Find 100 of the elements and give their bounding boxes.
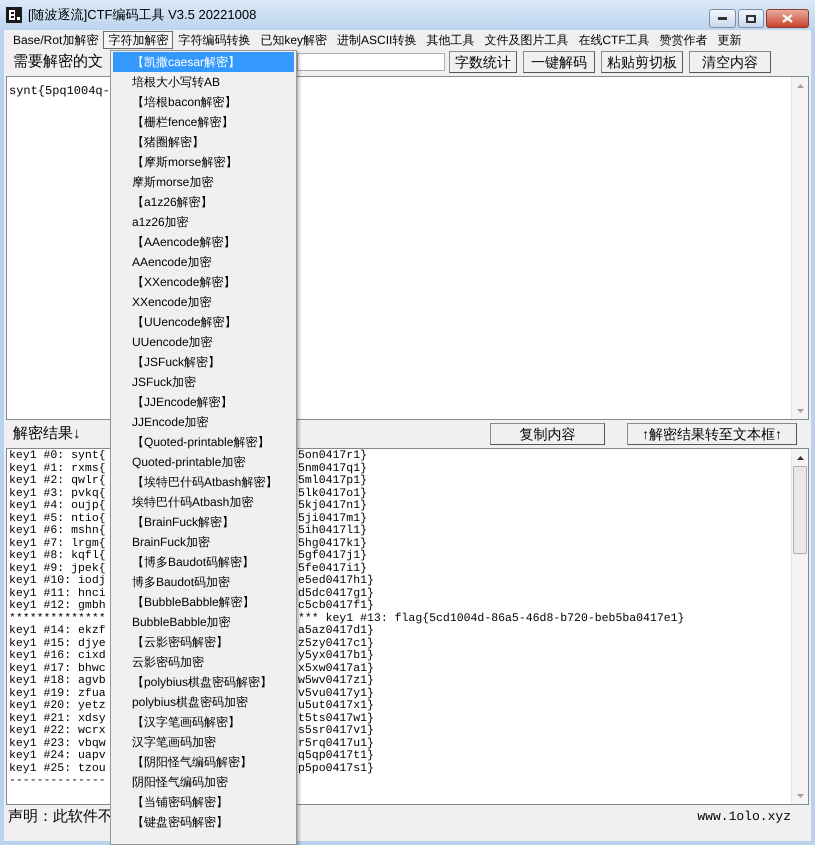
dropdown-item[interactable]: BrainFuck加密 [113,532,294,552]
result-line: key1 #14: ekzf [9,625,106,637]
dropdown-item[interactable]: UUencode加密 [113,332,294,352]
result-line: z5zy0417c1} [298,638,374,650]
toolbar-button[interactable]: 粘贴剪切板 [601,51,683,73]
input-text: synt{5pq1004q- [9,84,110,98]
scrollbar[interactable] [791,449,808,804]
dropdown-item[interactable]: Quoted-printable加密 [113,452,294,472]
dropdown-item[interactable]: 【AAencode解密】 [113,232,294,252]
menu-item[interactable]: 已知key解密 [255,31,332,49]
result-label: 解密结果↓ [12,424,80,444]
dropdown-item[interactable]: 培根大小写转AB [113,72,294,92]
dropdown-item[interactable]: 云影密码加密 [113,652,294,672]
input-label: 需要解密的文 [13,53,103,70]
dropdown-item[interactable]: 【当铺密码解密】 [113,792,294,812]
minimize-button[interactable] [709,9,736,28]
menu-item[interactable]: 进制ASCII转换 [332,31,422,49]
dropdown-item[interactable]: 【汉字笔画码解密】 [113,712,294,732]
scroll-up-icon[interactable] [796,456,804,460]
result-line: key1 #5: ntio{ [9,512,106,524]
dropdown-item[interactable]: 埃特巴什码Atbash加密 [113,492,294,512]
dropdown-item[interactable]: XXencode加密 [113,292,294,312]
menu-item[interactable]: 文件及图片工具 [479,31,574,49]
result-line: 5lk0417o1} [298,488,368,500]
scroll-down-icon[interactable] [796,408,804,412]
dropdown-item[interactable]: 【博多Baudot码解密】 [113,552,294,572]
result-line: r5rq0417u1} [298,738,374,750]
result-line: key1 #6: mshn{ [9,525,106,537]
result-line: d5dc0417g1} [298,588,374,600]
dropdown-item[interactable]: JJEncode加密 [113,412,294,432]
dropdown-item[interactable]: 【UUencode解密】 [113,312,294,332]
dropdown-item[interactable]: a1z26加密 [113,212,294,232]
result-line: key1 #15: djye [9,638,106,650]
dropdown-item[interactable]: 【polybius棋盘密码解密】 [113,672,294,692]
dropdown-item[interactable]: 【阴阳怪气编码解密】 [113,752,294,772]
dropdown-item[interactable]: 博多Baudot码加密 [113,572,294,592]
dropdown-item[interactable]: 【XXencode解密】 [113,272,294,292]
dropdown-item[interactable]: 【键盘密码解密】 [113,812,294,832]
dropdown-item[interactable]: 【培根bacon解密】 [113,92,294,112]
menu-item[interactable]: Base/Rot加解密 [8,31,104,49]
dropdown-item[interactable]: BubbleBabble加密 [113,612,294,632]
result-line: key1 #7: lrgm{ [9,538,106,550]
result-line: key1 #0: synt{ [9,450,106,462]
menu-item[interactable]: 字符加解密 [103,31,174,49]
dropdown-item[interactable]: 【摩斯morse解密】 [113,152,294,172]
menu-item[interactable]: 其他工具 [421,31,480,49]
dropdown-item[interactable]: 【BubbleBabble解密】 [113,592,294,612]
dropdown-item[interactable]: 【a1z26解密】 [113,192,294,212]
result-line: s5sr0417v1} [298,725,374,738]
result-line: key1 #1: rxms{ [9,462,106,474]
result-line: 5ih0417l1} [298,525,368,538]
result-line: y5yx0417b1} [298,650,374,662]
dropdown-item[interactable]: 【埃特巴什码Atbash解密】 [113,472,294,492]
dropdown-item[interactable]: polybius棋盘密码加密 [113,692,294,712]
menu-item[interactable]: 更新 [712,31,747,49]
toolbar-button[interactable]: 字数统计 [449,51,517,73]
dropdown-item[interactable]: AAencode加密 [113,252,294,272]
result-line: 5fe0417i1} [298,562,368,574]
dropdown-item[interactable]: 【栅栏fence解密】 [113,112,294,132]
dropdown-item[interactable]: 【Quoted-printable解密】 [113,432,294,452]
website-text: www.1olo.xyz [697,808,791,826]
scroll-down-icon[interactable] [796,794,804,798]
menu-item[interactable]: 在线CTF工具 [573,31,655,49]
menu-item[interactable]: 字符编码转换 [173,31,256,49]
dropdown-item[interactable]: 摩斯morse加密 [113,172,294,192]
result-line: key1 #19: zfua [9,688,106,700]
dropdown-item[interactable]: 【JSFuck解密】 [113,352,294,372]
result-line: key1 #18: agvb [9,675,106,687]
result-line: key1 #16: cixd [9,650,106,662]
dropdown-item[interactable]: 【BrainFuck解密】 [113,512,294,532]
dropdown-item[interactable]: JSFuck加密 [113,372,294,392]
action-button[interactable]: ↑解密结果转至文本框↑ [627,423,797,445]
result-line: key1 #21: xdsy [9,712,106,724]
toolbar-button[interactable]: 清空内容 [689,51,771,73]
result-line: 5on0417r1} [298,450,368,462]
result-line: t5ts0417w1} [298,712,374,724]
action-button[interactable]: 复制内容 [490,423,605,445]
toolbar-button[interactable]: 一键解码 [523,51,595,73]
maximize-button[interactable] [738,9,764,28]
key-input-field[interactable] [297,53,445,71]
result-line: 5hg0417k1} [298,538,368,550]
result-line: key1 #2: qwlr{ [9,475,106,487]
scrollbar[interactable] [791,77,808,419]
result-line: 5ji0417m1} [298,512,368,524]
scroll-thumb[interactable] [793,466,807,554]
dropdown-item[interactable]: 【猪圈解密】 [113,132,294,152]
dropdown-item[interactable]: 【JJEncode解密】 [113,392,294,412]
close-button[interactable] [766,9,809,28]
result-line: key1 #25: tzou [9,762,106,774]
dropdown-item[interactable]: 汉字笔画码加密 [113,732,294,752]
result-line: key1 #9: jpek{ [9,562,106,574]
result-line: q5qp0417t1} [298,750,374,762]
minimize-icon [718,17,727,20]
result-line: *** key1 #13: flag{5cd1004d-86a5-46d8-b720-beb5ba0417e1} [298,612,684,624]
dropdown-item[interactable]: 阴阳怪气编码加密 [113,772,294,792]
menu-item[interactable]: 赞赏作者 [654,31,713,49]
result-line: x5xw0417a1} [298,662,374,674]
maximize-icon [746,14,756,22]
result-line: 5gf0417j1} [298,550,368,562]
dropdown-item[interactable]: 【云影密码解密】 [113,632,294,652]
